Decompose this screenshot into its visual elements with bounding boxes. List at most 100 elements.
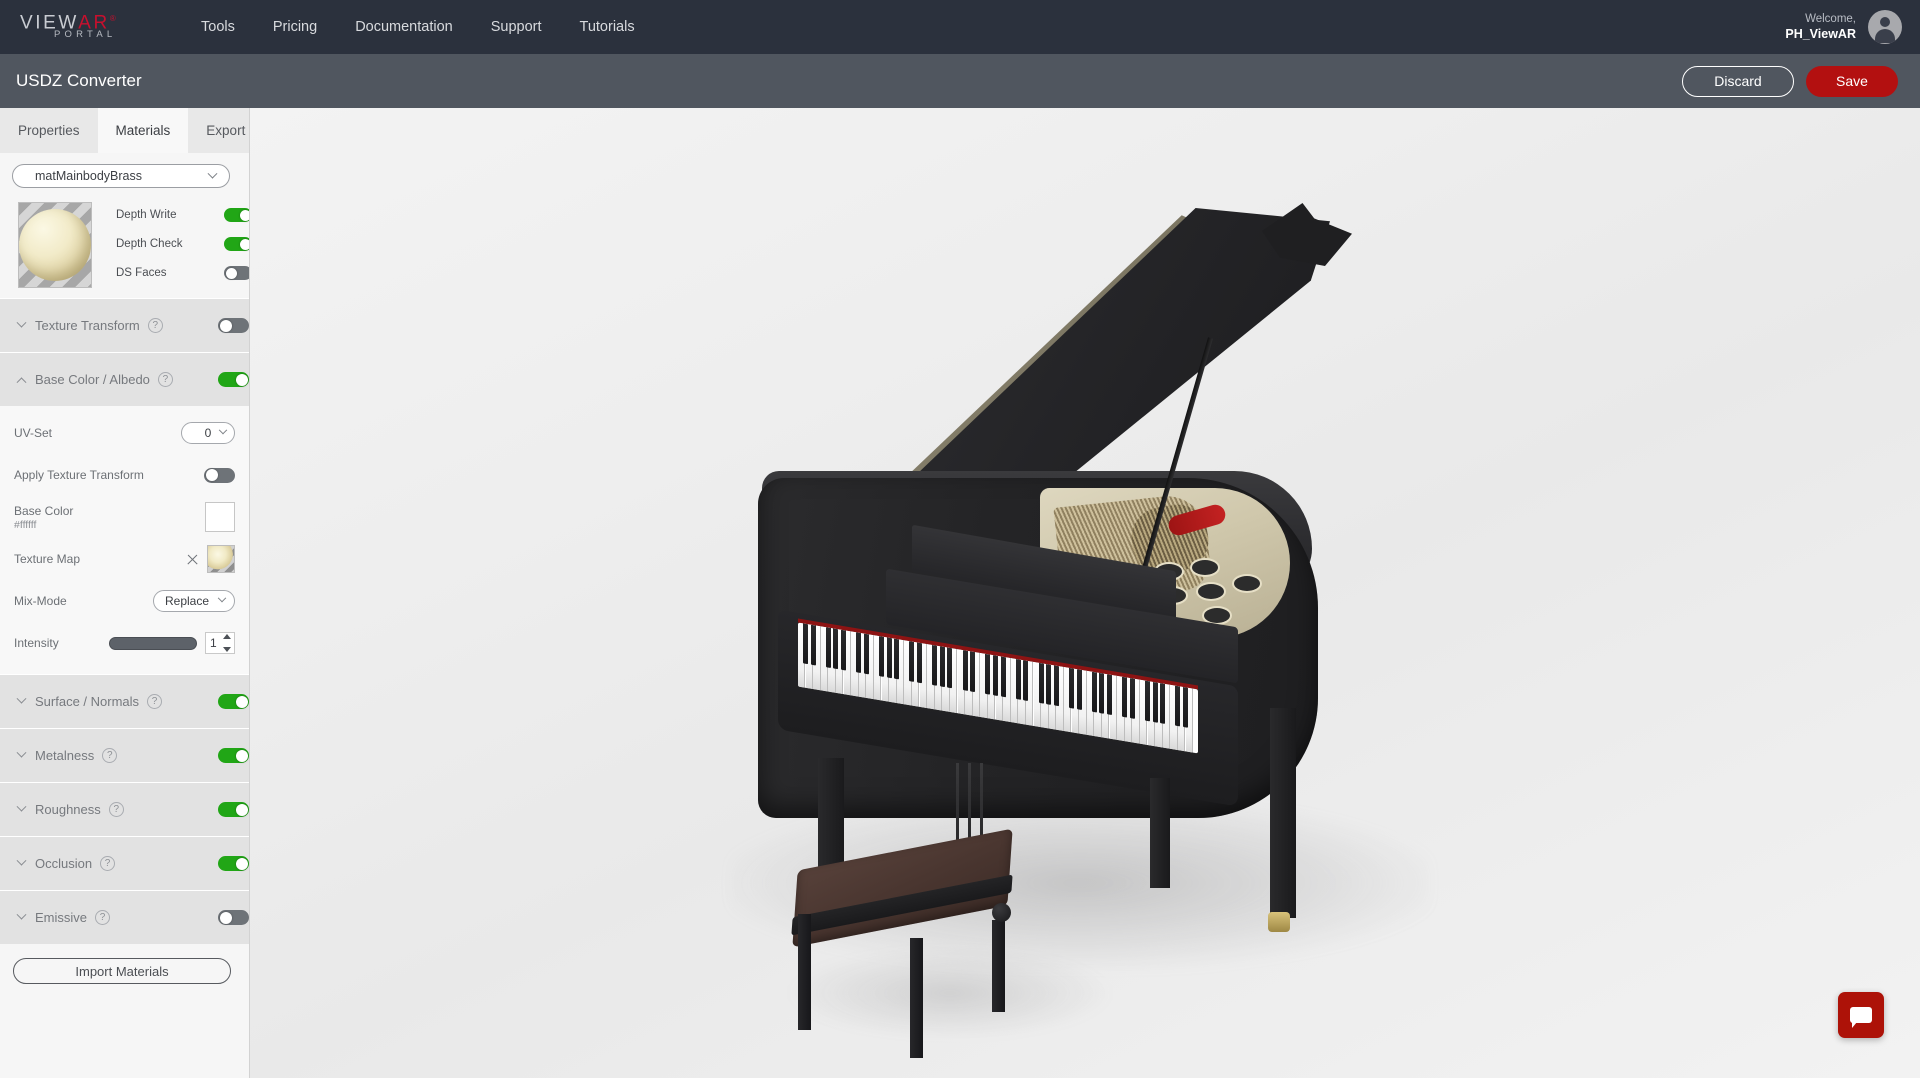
piano-black-key <box>1038 662 1044 704</box>
emissive-toggle[interactable] <box>218 910 249 925</box>
chat-bubble-shape <box>1850 1007 1872 1028</box>
piano-black-key <box>970 651 976 693</box>
viewar-portal-logo[interactable]: VIEWAR® PORTAL <box>20 9 142 45</box>
toggle-row-depth-write: Depth Write <box>116 208 249 222</box>
texture-map-thumbnail[interactable] <box>207 545 235 573</box>
tab-properties[interactable]: Properties <box>0 108 98 153</box>
base-color-toggle[interactable] <box>218 372 249 387</box>
model-viewport[interactable] <box>250 108 1920 1078</box>
toggle-knob <box>235 695 248 708</box>
bench-leg-3 <box>992 920 1005 1012</box>
tab-export[interactable]: Export <box>188 108 249 153</box>
piano-black-key <box>947 647 953 689</box>
piano-black-key <box>810 624 816 666</box>
texture-map-control <box>186 545 235 573</box>
section-surface-normals[interactable]: Surface / Normals ? <box>0 674 249 728</box>
section-label-base-color: Base Color / Albedo <box>35 372 150 387</box>
nav-link-tools[interactable]: Tools <box>182 13 254 41</box>
roughness-toggle[interactable] <box>218 802 249 817</box>
apply-texture-transform-control <box>204 467 235 483</box>
section-base-color-albedo[interactable]: Base Color / Albedo ? <box>0 352 249 406</box>
chevron-down-icon <box>217 593 227 603</box>
piano-black-key <box>985 653 991 695</box>
ds-faces-toggle[interactable] <box>224 266 249 280</box>
material-sphere-preview[interactable] <box>18 202 92 288</box>
row-apply-texture-transform: Apply Texture Transform <box>0 454 249 496</box>
sidebar-tabs: Properties Materials Export <box>0 108 249 153</box>
help-icon[interactable]: ? <box>147 694 163 709</box>
piano-black-key <box>825 627 831 669</box>
occlusion-toggle[interactable] <box>218 856 249 871</box>
piano-black-key <box>1107 674 1112 716</box>
texture-transform-toggle[interactable] <box>218 318 249 333</box>
toggle-knob <box>235 373 248 386</box>
grand-piano-3d-model <box>250 108 1920 1078</box>
welcome-greeting: Welcome, <box>1805 13 1856 25</box>
toggle-row-depth-check: Depth Check <box>116 237 249 251</box>
piano-black-key <box>1053 665 1059 707</box>
help-icon[interactable]: ? <box>147 318 163 333</box>
nav-link-support[interactable]: Support <box>472 13 561 41</box>
piano-black-key <box>993 655 998 696</box>
toggle-knob <box>235 857 248 870</box>
section-roughness[interactable]: Roughness ? <box>0 782 249 836</box>
bench-leg-2 <box>910 938 923 1058</box>
help-icon[interactable]: ? <box>157 372 173 387</box>
bench-floor-shadow <box>790 948 1110 1038</box>
material-dropdown[interactable]: matMainbodyBrass <box>12 164 230 188</box>
uv-set-control: 0 <box>181 422 235 444</box>
surface-normals-toggle[interactable] <box>218 694 249 709</box>
depth-write-toggle[interactable] <box>224 208 249 222</box>
help-icon[interactable]: ? <box>95 910 111 925</box>
toggle-knob <box>239 209 249 221</box>
material-sphere-shape <box>19 209 91 281</box>
piano-black-key <box>1175 685 1181 727</box>
piano-black-key <box>894 638 900 680</box>
piano-black-key <box>1015 658 1021 700</box>
apply-texture-transform-toggle[interactable] <box>204 467 235 483</box>
help-icon[interactable]: ? <box>108 802 124 817</box>
section-label-emissive: Emissive <box>35 910 88 925</box>
piano-black-key <box>833 628 839 670</box>
intensity-number-input[interactable]: 1 <box>205 632 235 654</box>
base-color-swatch[interactable] <box>205 502 235 532</box>
intensity-stepper[interactable] <box>221 634 232 652</box>
piano-black-key <box>1145 680 1150 722</box>
uv-set-label: UV-Set <box>14 426 53 440</box>
nav-link-pricing[interactable]: Pricing <box>254 13 336 41</box>
discard-button[interactable]: Discard <box>1682 65 1794 97</box>
uv-set-dropdown[interactable]: 0 <box>181 422 235 444</box>
section-metalness[interactable]: Metalness ? <box>0 728 249 782</box>
toggle-row-ds-faces: DS Faces <box>116 266 249 280</box>
metalness-toggle[interactable] <box>218 748 249 763</box>
help-icon[interactable]: ? <box>100 856 116 871</box>
piano-black-key <box>917 642 922 684</box>
app-root: VIEWAR® PORTAL Tools Pricing Documentati… <box>0 0 1920 1078</box>
tab-materials[interactable]: Materials <box>97 108 189 153</box>
intensity-slider[interactable] <box>109 636 197 650</box>
nav-link-tutorials[interactable]: Tutorials <box>561 13 654 41</box>
nav-link-documentation[interactable]: Documentation <box>336 13 472 41</box>
piano-black-key <box>1152 681 1158 723</box>
depth-check-toggle[interactable] <box>224 237 249 251</box>
close-icon[interactable] <box>186 553 199 566</box>
base-color-panel: UV-Set 0 Apply Texture Transform Base Co… <box>0 406 249 674</box>
section-label-metalness: Metalness <box>35 748 95 763</box>
piano-black-key <box>932 644 938 686</box>
section-texture-transform[interactable]: Texture Transform ? <box>0 298 249 352</box>
toggle-knob <box>235 803 248 816</box>
import-materials-button[interactable]: Import Materials <box>13 958 231 984</box>
stepper-down-icon[interactable] <box>222 647 231 652</box>
help-icon[interactable]: ? <box>102 748 118 763</box>
section-occlusion[interactable]: Occlusion ? <box>0 836 249 890</box>
user-avatar-icon[interactable] <box>1868 10 1902 44</box>
save-button[interactable]: Save <box>1806 65 1898 97</box>
avatar-body-shape <box>1875 29 1895 43</box>
mix-mode-dropdown[interactable]: Replace <box>153 590 235 612</box>
section-emissive[interactable]: Emissive ? <box>0 890 249 944</box>
stepper-up-icon[interactable] <box>222 634 231 639</box>
base-color-label-block: Base Color #ffffff <box>14 504 73 531</box>
uv-set-value: 0 <box>204 426 212 440</box>
chat-bubble-icon[interactable] <box>1838 992 1884 1038</box>
chevron-down-icon <box>16 317 27 328</box>
